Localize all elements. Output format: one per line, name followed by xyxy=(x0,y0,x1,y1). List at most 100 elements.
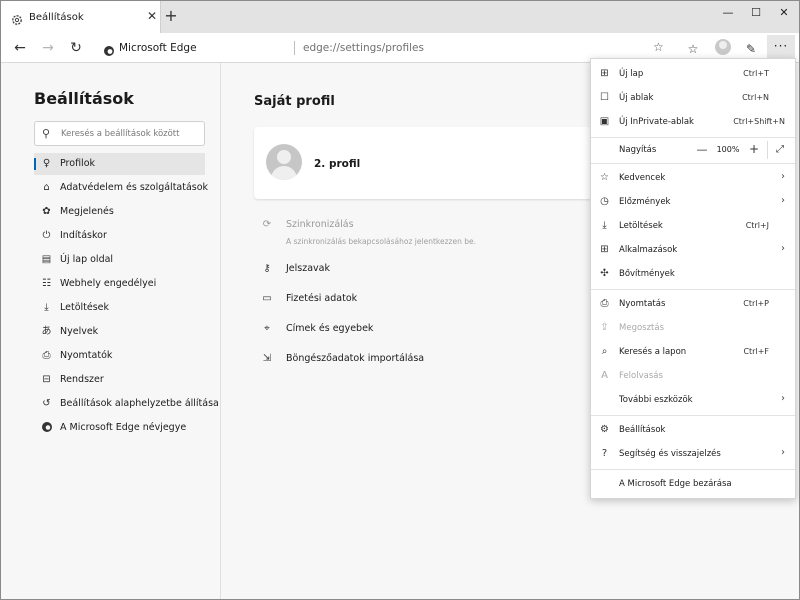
collections-icon[interactable]: ✎ xyxy=(741,39,761,59)
address-divider xyxy=(294,41,295,55)
menu-divider xyxy=(591,289,795,290)
profile-avatar-icon[interactable] xyxy=(715,39,731,55)
key-icon: ⚷ xyxy=(263,263,271,274)
new-tab-icon: ⊞ xyxy=(600,68,609,79)
person-icon: ♀ xyxy=(42,158,51,169)
sidebar-item-system[interactable]: ⊟ Rendszer xyxy=(34,369,205,391)
menu-item-new-window[interactable]: ☐ Új ablak Ctrl+N xyxy=(591,87,795,109)
sidebar-item-about[interactable]: A Microsoft Edge névjegye xyxy=(34,417,205,439)
settings-search-input[interactable]: ⚲ Keresés a beállítások között xyxy=(34,121,205,146)
menu-shortcut: Ctrl+P xyxy=(743,299,769,308)
gear-icon xyxy=(11,11,23,25)
menu-item-settings[interactable]: ⚙ Beállítások xyxy=(591,419,795,441)
sidebar-item-languages[interactable]: あ Nyelvek xyxy=(34,321,205,343)
tab-settings[interactable]: Beállítások ✕ xyxy=(1,1,161,33)
sidebar-item-label: Beállítások alaphelyzetbe állítása xyxy=(60,398,219,409)
menu-item-close-edge[interactable]: A Microsoft Edge bezárása xyxy=(591,473,795,495)
menu-item-downloads[interactable]: ⤓ Letöltések Ctrl+J xyxy=(591,215,795,237)
menu-item-favorites[interactable]: ☆ Kedvencek › xyxy=(591,167,795,189)
zoom-level: 100% xyxy=(716,145,740,154)
sidebar-item-label: Új lap oldal xyxy=(60,254,114,265)
settings-and-more-menu: ⊞ Új lap Ctrl+T ☐ Új ablak Ctrl+N ▣ Új InPriv… xyxy=(590,58,796,499)
history-icon: ◷ xyxy=(600,196,609,207)
browser-window: Beállítások ✕ + — ☐ ✕ ← → ↻ Microsoft Ed… xyxy=(0,0,800,600)
menu-item-label: Új lap xyxy=(619,69,644,79)
sidebar-item-startup[interactable]: ⏻ Indításkor xyxy=(34,225,205,247)
menu-item-more-tools[interactable]: További eszközök › xyxy=(591,389,795,411)
sidebar-item-label: Profilok xyxy=(60,158,96,169)
menu-divider xyxy=(591,415,795,416)
settings-sidebar: Beállítások ⚲ Keresés a beállítások közö… xyxy=(1,63,221,599)
download-icon: ⤓ xyxy=(44,302,49,313)
zoom-out-button[interactable]: — xyxy=(695,143,709,157)
menu-item-label: Előzmények xyxy=(619,197,671,207)
sidebar-item-appearance[interactable]: ✿ Megjelenés xyxy=(34,201,205,223)
inprivate-icon: ▣ xyxy=(599,116,610,127)
menu-item-label: Nyomtatás xyxy=(619,299,666,309)
sidebar-item-printers[interactable]: ⎙ Nyomtatók xyxy=(34,345,205,367)
read-aloud-icon: A xyxy=(601,370,608,381)
address-bar[interactable]: Microsoft Edge edge://settings/profiles … xyxy=(97,37,673,59)
minimize-button[interactable]: — xyxy=(717,5,739,21)
sidebar-item-privacy[interactable]: ⌂ Adatvédelem és szolgáltatások xyxy=(34,177,208,199)
menu-item-help[interactable]: ? Segítség és visszajelzés › xyxy=(591,443,795,465)
menu-item-print[interactable]: ⎙ Nyomtatás Ctrl+P xyxy=(591,293,795,315)
printer-icon: ⎙ xyxy=(42,350,51,361)
sidebar-item-reset[interactable]: ↺ Beállítások alaphelyzetbe állítása xyxy=(34,393,219,415)
zoom-in-button[interactable]: + xyxy=(747,142,761,156)
search-placeholder: Keresés a beállítások között xyxy=(61,129,180,139)
avatar xyxy=(266,144,302,180)
share-icon: ⇪ xyxy=(600,322,609,333)
menu-item-label: Felolvasás xyxy=(619,371,663,381)
menu-shortcut: Ctrl+Shift+N xyxy=(733,117,785,126)
sidebar-item-label: Webhely engedélyei xyxy=(60,278,157,289)
profile-card[interactable]: 2. profil xyxy=(254,127,614,199)
sidebar-item-profiles[interactable]: ♀ Profilok xyxy=(34,153,205,175)
menu-item-extensions[interactable]: ✣ Bővítmények xyxy=(591,263,795,285)
address-url[interactable]: edge://settings/profiles xyxy=(303,42,424,54)
menu-item-history[interactable]: ◷ Előzmények › xyxy=(591,191,795,213)
new-tab-button[interactable]: + xyxy=(163,7,179,25)
sidebar-item-downloads[interactable]: ⤓ Letöltések xyxy=(34,297,205,319)
favorite-star-icon[interactable]: ☆ xyxy=(653,40,664,54)
location-icon: ⌖ xyxy=(264,323,270,334)
chevron-right-icon: › xyxy=(781,171,785,182)
close-window-button[interactable]: ✕ xyxy=(773,5,795,21)
sidebar-item-new-tab-page[interactable]: ▤ Új lap oldal xyxy=(34,249,205,271)
menu-item-find[interactable]: ⌕ Keresés a lapon Ctrl+F xyxy=(591,341,795,363)
favorites-bar-icon[interactable]: ☆ xyxy=(683,39,703,59)
menu-item-label: Új InPrivate-ablak xyxy=(619,117,694,127)
menu-item-share: ⇪ Megosztás xyxy=(591,317,795,339)
sidebar-title: Beállítások xyxy=(34,89,134,108)
menu-shortcut: Ctrl+T xyxy=(743,69,769,78)
search-icon: ⚲ xyxy=(42,127,51,140)
sidebar-item-label: Indításkor xyxy=(60,230,107,241)
menu-item-label: Letöltések xyxy=(619,221,663,231)
new-tab-page-icon: ▤ xyxy=(41,254,52,265)
row-label: Jelszavak xyxy=(286,263,330,274)
back-button[interactable]: ← xyxy=(11,39,29,57)
menu-item-read-aloud: A Felolvasás xyxy=(591,365,795,387)
fullscreen-icon[interactable]: ⤢ xyxy=(773,143,787,157)
refresh-button[interactable]: ↻ xyxy=(67,39,85,57)
menu-item-new-tab[interactable]: ⊞ Új lap Ctrl+T xyxy=(591,63,795,85)
menu-item-label: Segítség és visszajelzés xyxy=(619,449,721,459)
menu-item-label: Keresés a lapon xyxy=(619,347,687,357)
sync-label: Szinkronizálás xyxy=(286,219,354,230)
menu-item-apps[interactable]: ⊞ Alkalmazások › xyxy=(591,239,795,261)
zoom-divider xyxy=(767,141,768,159)
sidebar-item-site-permissions[interactable]: ☷ Webhely engedélyei xyxy=(34,273,205,295)
favorites-icon: ☆ xyxy=(600,172,609,183)
more-menu-button[interactable]: ··· xyxy=(767,35,795,59)
sidebar-item-label: Nyomtatók xyxy=(60,350,113,361)
chevron-right-icon: › xyxy=(781,195,785,206)
forward-button[interactable]: → xyxy=(39,39,57,57)
menu-item-inprivate[interactable]: ▣ Új InPrivate-ablak Ctrl+Shift+N xyxy=(591,111,795,133)
row-label: Címek és egyebek xyxy=(286,323,374,334)
tab-close-icon[interactable]: ✕ xyxy=(145,9,159,23)
maximize-button[interactable]: ☐ xyxy=(745,5,767,21)
profile-name: 2. profil xyxy=(314,158,361,170)
sidebar-item-label: Rendszer xyxy=(60,374,104,385)
menu-item-label: További eszközök xyxy=(619,395,693,405)
row-label: Böngészőadatok importálása xyxy=(286,353,425,364)
